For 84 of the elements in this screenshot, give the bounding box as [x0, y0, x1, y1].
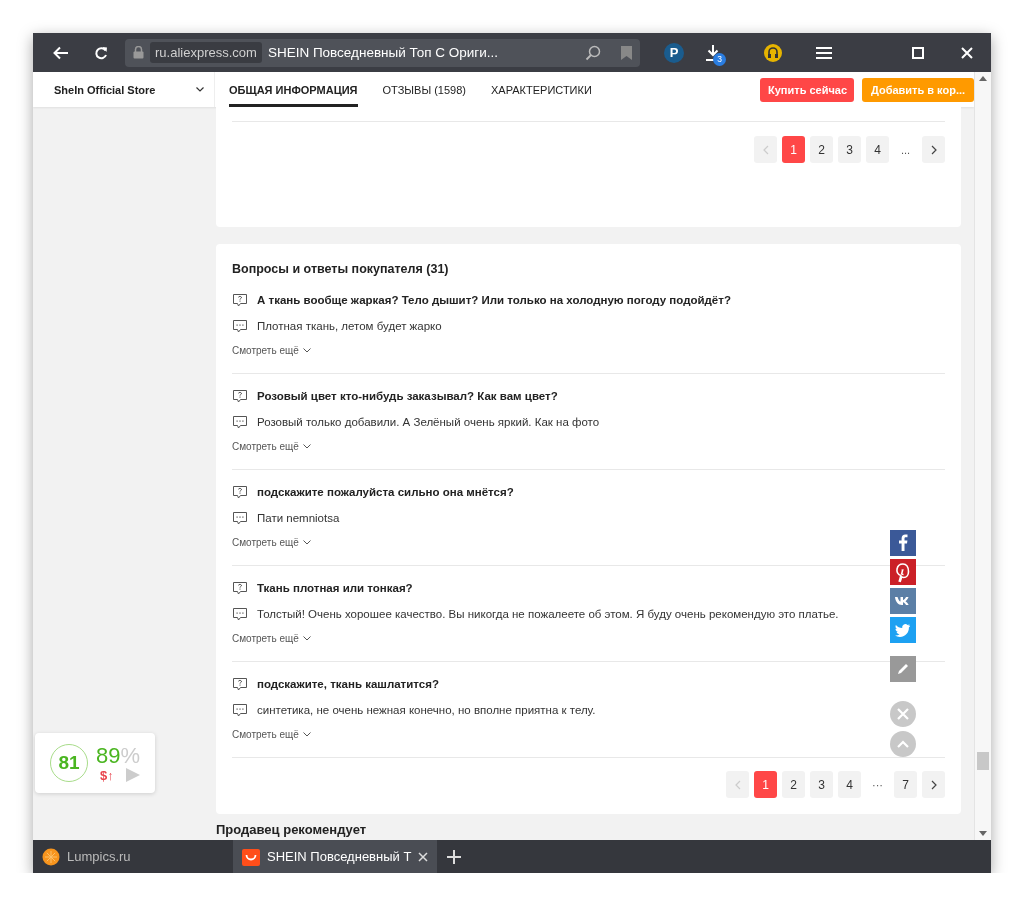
percent-sign: % [120, 743, 141, 768]
headphones-icon[interactable] [764, 43, 782, 62]
show-more-link[interactable]: Смотреть ещё [232, 342, 311, 358]
show-more-link[interactable]: Смотреть ещё [232, 630, 311, 646]
page-button[interactable]: 2 [810, 136, 833, 163]
bookmark-icon[interactable] [621, 45, 632, 60]
question-text: Розовый цвет кто-нибудь заказывал? Как вам цвет? [257, 390, 558, 402]
new-tab-icon[interactable] [447, 849, 462, 864]
chevron-right-icon [930, 779, 937, 790]
reload-icon [94, 45, 108, 60]
page-button[interactable]: 2 [782, 771, 805, 798]
browser-tab[interactable]: SHEIN Повседневный Т [233, 840, 438, 873]
chevron-right-icon [930, 144, 937, 155]
chevron-down-icon [302, 347, 311, 353]
shopping-bag-icon [242, 847, 260, 866]
page-button[interactable]: 7 [894, 771, 917, 798]
downloads-button[interactable]: 3 [700, 39, 726, 66]
question-text: подскажите пожалуйста сильно она мнётся? [257, 486, 514, 498]
store-selector[interactable]: SheIn Official Store [33, 72, 215, 107]
scroll-down-icon[interactable] [979, 831, 987, 836]
lock-icon [133, 46, 144, 59]
chevron-up-icon [897, 740, 909, 748]
download-icon [706, 44, 720, 61]
question-text: А ткань вообще жаркая? Тело дышит? Или только на холодную погоду подойдёт? [257, 294, 731, 306]
page-ellipsis: ··· [871, 777, 884, 793]
chevron-down-icon [302, 443, 311, 449]
chevron-down-icon [302, 635, 311, 641]
scrollbar-thumb[interactable] [977, 752, 989, 770]
download-count-badge: 3 [713, 52, 726, 66]
page-title: SHEIN Повседневный Топ С Ориги... [267, 45, 500, 60]
show-more-link[interactable]: Смотреть ещё [232, 726, 311, 742]
extension-button[interactable]: P [664, 42, 684, 63]
chevron-left-icon [734, 779, 741, 790]
question-bubble-icon [232, 485, 248, 499]
answer-text: Розовый только добавили. А Зелёный очень яркий. Как на фото [257, 416, 600, 428]
share-button[interactable] [890, 530, 916, 556]
back-arrow-icon [53, 45, 69, 60]
address-bar[interactable]: ru.aliexpress.com SHEIN Повседневный Топ С Ориги... [125, 38, 640, 67]
answer-bubble-icon [232, 415, 248, 429]
domain-text: ru.aliexpress.com [150, 42, 262, 63]
close-icon[interactable] [418, 851, 429, 862]
question-bubble-icon [232, 389, 248, 403]
browser-tab[interactable]: Lumpics.ru [33, 840, 233, 873]
share-button[interactable] [890, 588, 916, 614]
share-button[interactable] [890, 559, 916, 585]
question-text: Ткань плотная или тонкая? [257, 582, 413, 594]
chevron-left-icon [762, 144, 769, 155]
chevron-down-icon [302, 539, 311, 545]
answer-text: Пати nemniotsa [257, 512, 340, 524]
close-icon [897, 708, 909, 720]
show-more-link[interactable]: Смотреть ещё [232, 534, 311, 550]
share-button[interactable] [890, 617, 916, 643]
section-tab[interactable]: ХАРАКТЕРИСТИКИ [491, 72, 592, 107]
citrus-slice-icon [42, 847, 60, 866]
question-bubble-icon [232, 677, 248, 691]
chevron-down-icon [302, 731, 311, 737]
answer-bubble-icon [232, 319, 248, 333]
answer-text: Плотная ткань, летом будет жарко [257, 320, 442, 332]
page-button[interactable]: 3 [810, 771, 833, 798]
answer-bubble-icon [232, 607, 248, 621]
edit-button[interactable] [890, 656, 916, 682]
answer-bubble-icon [232, 511, 248, 525]
question-text: подскажите, ткань кашлатится? [257, 678, 439, 690]
question-bubble-icon [232, 581, 248, 595]
answer-text: синтетика, не очень нежная конечно, но вполне приятна к телу. [257, 704, 596, 716]
page-ellipsis: ... [899, 142, 912, 158]
section-heading: Продавец рекомендует [216, 822, 368, 837]
percent-value: 89 [96, 743, 121, 768]
pencil-icon [896, 662, 910, 676]
show-more-link[interactable]: Смотреть ещё [232, 438, 311, 454]
menu-icon[interactable] [816, 46, 832, 59]
price-trend: $↑ [100, 767, 114, 783]
page-button[interactable]: 4 [838, 771, 861, 798]
search-icon[interactable] [585, 44, 601, 61]
chevron-down-icon [196, 87, 204, 92]
answer-text: Толстый! Очень хорошее качество. Вы никогда не пожалеете об этом. Я буду очень рекомендую это платье. [257, 608, 839, 620]
page-button[interactable]: 4 [866, 136, 889, 163]
scroll-up-icon[interactable] [979, 76, 987, 81]
question-bubble-icon [232, 293, 248, 307]
page-button[interactable]: 3 [838, 136, 861, 163]
section-title: Вопросы и ответы покупателя (31) [232, 261, 450, 278]
maximize-icon[interactable] [912, 46, 924, 59]
answer-bubble-icon [232, 703, 248, 717]
section-tab[interactable]: ОТЗЫВЫ (1598) [382, 72, 466, 107]
